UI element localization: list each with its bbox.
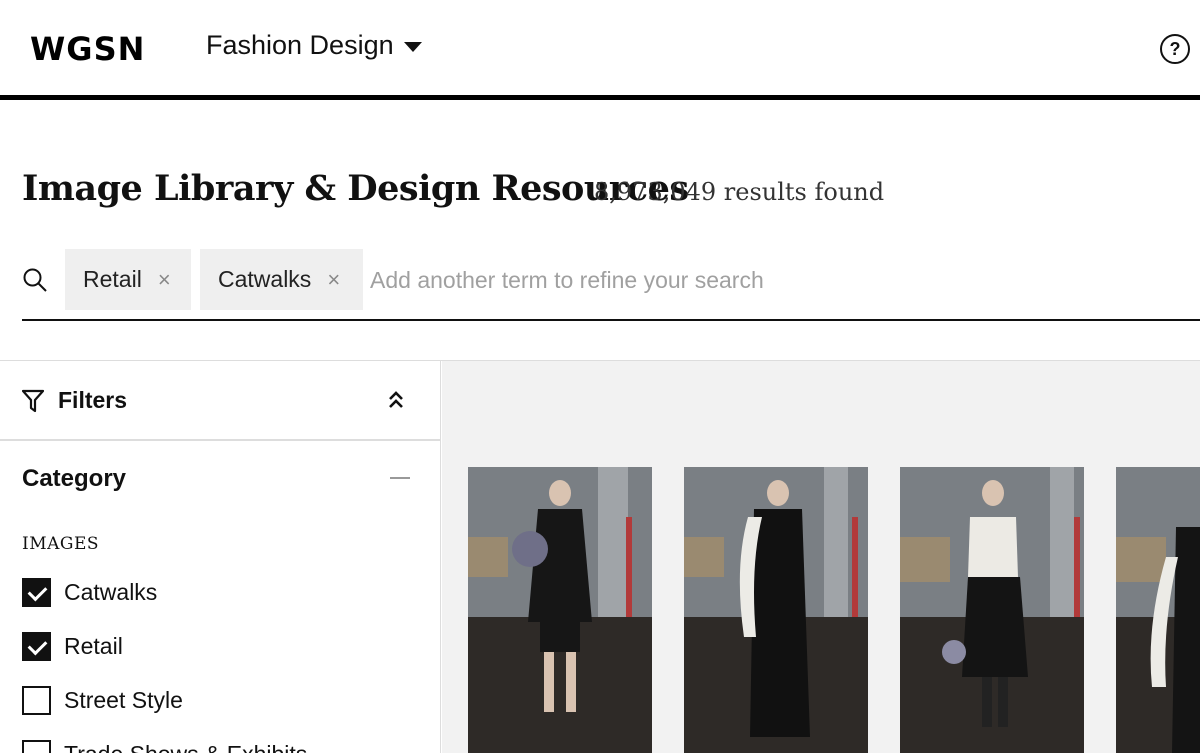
chip-label: Catwalks — [218, 266, 312, 292]
filter-option-label: Retail — [64, 633, 123, 659]
checkbox-unchecked[interactable] — [22, 740, 51, 753]
filter-option-label: Trade Shows & Exhibits — [64, 741, 307, 753]
search-bar: Retail × Catwalks × — [22, 249, 1200, 321]
checkbox-checked[interactable] — [22, 632, 51, 661]
filter-option-retail[interactable]: Retail — [22, 632, 123, 661]
catwalk-photo — [468, 467, 652, 753]
checkbox-unchecked[interactable] — [22, 686, 51, 715]
filter-option-street-style[interactable]: Street Style — [22, 686, 183, 715]
catwalk-photo — [684, 467, 868, 753]
result-image-card[interactable] — [900, 467, 1084, 753]
app-switcher-dropdown[interactable]: Fashion Design — [206, 30, 422, 61]
filters-header[interactable]: Filters — [0, 361, 440, 441]
results-grid — [442, 361, 1200, 753]
question-circle-icon[interactable]: ? — [1160, 34, 1190, 64]
caret-down-icon — [403, 41, 422, 52]
app-switcher-label: Fashion Design — [206, 30, 394, 60]
double-chevron-up-icon[interactable] — [386, 389, 406, 411]
search-chip-catwalks[interactable]: Catwalks × — [200, 249, 363, 310]
result-image-card[interactable] — [684, 467, 868, 753]
close-icon[interactable]: × — [158, 267, 171, 293]
checkbox-checked[interactable] — [22, 578, 51, 607]
catwalk-photo — [1116, 467, 1200, 753]
result-image-card[interactable] — [468, 467, 652, 753]
filter-option-catwalks[interactable]: Catwalks — [22, 578, 157, 607]
search-input[interactable] — [370, 255, 1170, 305]
filters-title: Filters — [58, 387, 128, 413]
chip-label: Retail — [83, 266, 142, 292]
search-icon[interactable] — [22, 267, 48, 293]
filter-option-label: Street Style — [64, 687, 183, 713]
filter-option-label: Catwalks — [64, 579, 158, 605]
catwalk-photo — [900, 467, 1084, 753]
result-count: 8,973,049 results found — [594, 178, 885, 206]
result-image-card[interactable] — [1116, 467, 1200, 753]
minus-icon[interactable] — [390, 477, 410, 479]
top-bar: WGSN Fashion Design ? — [0, 0, 1200, 100]
page-title: Image Library & Design Resources — [22, 168, 689, 209]
close-icon[interactable]: × — [327, 267, 340, 293]
search-chip-retail[interactable]: Retail × — [65, 249, 191, 310]
filter-option-trade-shows[interactable]: Trade Shows & Exhibits — [22, 740, 307, 753]
filter-sidebar: Filters Category IMAGES Catwalks Retail … — [0, 361, 441, 753]
funnel-icon — [22, 389, 44, 413]
images-section-label: IMAGES — [22, 534, 100, 554]
wgsn-logo[interactable]: WGSN — [30, 30, 145, 68]
category-title: Category — [22, 465, 127, 492]
